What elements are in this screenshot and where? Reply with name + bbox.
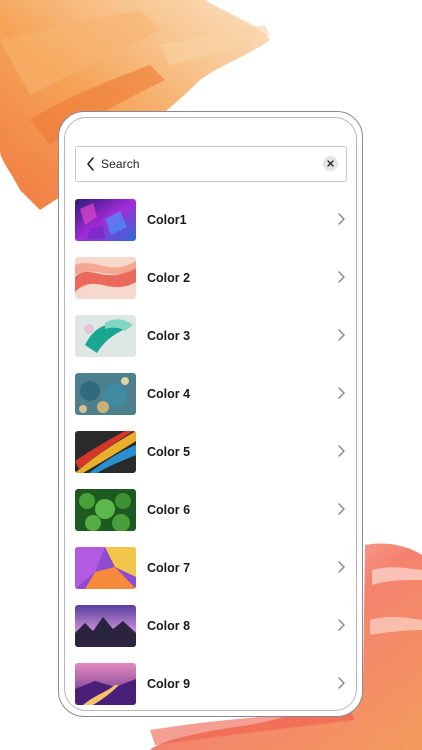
thumbnail-image [75,373,136,415]
list-item[interactable]: Color1 [75,196,353,254]
chevron-right-icon [336,676,346,690]
item-label: Color 9 [147,677,191,691]
item-label: Color1 [147,213,187,227]
item-label: Color 2 [147,271,191,285]
color-list: Color1 Color 2 Color 3 Color 4 Color 5 C… [75,196,353,710]
list-item[interactable]: Color 7 [75,544,353,602]
item-label: Color 4 [147,387,191,401]
phone-frame: Search Color1 Color 2 Color 3 Color 4 Co… [58,111,363,717]
item-label: Color 6 [147,503,191,517]
list-item[interactable]: Color 5 [75,428,353,486]
search-bar[interactable]: Search [75,146,347,182]
search-input[interactable]: Search [101,157,140,171]
item-label: Color 7 [147,561,191,575]
item-label: Color 5 [147,445,191,459]
chevron-right-icon [336,502,346,516]
thumbnail-image [75,547,136,589]
list-item[interactable]: Color 4 [75,370,353,428]
chevron-right-icon [336,212,346,226]
thumbnail-image [75,257,136,299]
list-item[interactable]: Color 3 [75,312,353,370]
chevron-right-icon [336,270,346,284]
list-item[interactable]: Color 9 [75,660,353,710]
thumbnail-image [75,199,136,241]
thumbnail-image [75,605,136,647]
item-label: Color 3 [147,329,191,343]
thumbnail-image [75,663,136,705]
thumbnail-image [75,431,136,473]
close-icon[interactable] [323,156,338,171]
chevron-right-icon [336,386,346,400]
screen: Search Color1 Color 2 Color 3 Color 4 Co… [64,117,357,711]
list-item[interactable]: Color 8 [75,602,353,660]
list-item[interactable]: Color 6 [75,486,353,544]
item-label: Color 8 [147,619,191,633]
chevron-left-icon[interactable] [83,155,99,173]
thumbnail-image [75,489,136,531]
chevron-right-icon [336,328,346,342]
list-item[interactable]: Color 2 [75,254,353,312]
thumbnail-image [75,315,136,357]
chevron-right-icon [336,444,346,458]
chevron-right-icon [336,560,346,574]
chevron-right-icon [336,618,346,632]
